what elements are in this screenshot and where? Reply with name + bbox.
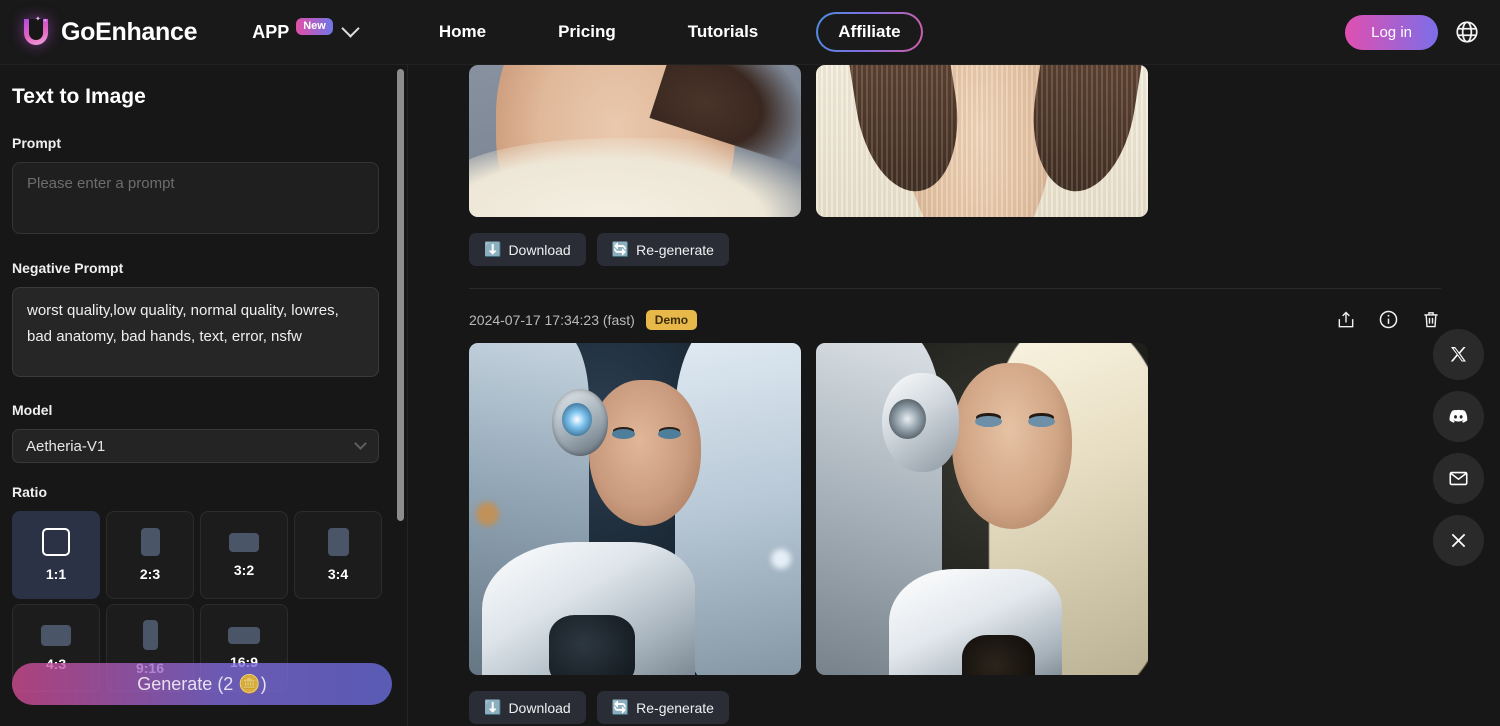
close-rail-button[interactable] — [1433, 515, 1484, 566]
chevron-down-icon — [341, 18, 360, 38]
regenerate-button[interactable]: 🔄 Re-generate — [596, 233, 729, 266]
results-feed: ⬇️ Download 🔄 Re-generate 2024-07-17 17:… — [409, 65, 1500, 726]
nav-item-home[interactable]: Home — [403, 22, 522, 42]
ratio-option-label: 3:2 — [233, 561, 255, 578]
result-timestamp: 2024-07-17 17:34:23 (fast) — [469, 311, 635, 328]
ratio-shape-icon — [140, 528, 160, 556]
close-icon — [1451, 533, 1466, 548]
model-select-value: Aetheria-V1 — [26, 437, 106, 455]
social-rail — [1433, 329, 1484, 566]
result-actions: ⬇️ Download 🔄 Re-generate — [469, 691, 1500, 724]
ratio-option-2-3[interactable]: 2:3 — [106, 511, 194, 599]
top-navigation-bar: ✦ ✦ GoEnhance APP New Home Pricing Tutor… — [0, 0, 1500, 65]
ratio-shape-icon — [42, 528, 70, 556]
ratio-shape-icon — [229, 532, 259, 552]
download-icon: ⬇️ — [484, 699, 502, 715]
delete-icon[interactable] — [1421, 309, 1441, 330]
result-meta: 2024-07-17 17:34:23 (fast) Demo — [469, 309, 1441, 330]
app-new-badge: New — [296, 17, 333, 35]
result-actions: ⬇️ Download 🔄 Re-generate — [469, 233, 1500, 266]
page-title: Text to Image — [12, 85, 146, 108]
affiliate-button-wrap: Affiliate — [816, 12, 923, 52]
status-badge: Demo — [645, 309, 698, 330]
generated-image[interactable] — [816, 65, 1148, 217]
affiliate-label: Affiliate — [818, 14, 921, 50]
negative-prompt-input[interactable] — [12, 287, 379, 377]
generated-image[interactable] — [469, 65, 801, 217]
regenerate-label: Re-generate — [636, 241, 714, 258]
chevron-down-icon — [354, 436, 367, 450]
app-menu-label: APP — [252, 21, 290, 42]
ratio-option-3-2[interactable]: 3:2 — [200, 511, 288, 599]
download-label: Download — [508, 699, 571, 716]
download-button[interactable]: ⬇️ Download — [469, 233, 586, 266]
brand-logo[interactable]: ✦ ✦ GoEnhance — [22, 16, 198, 48]
result-meta-actions — [1336, 309, 1441, 330]
ratio-shape-icon — [41, 624, 71, 646]
email-button[interactable] — [1433, 453, 1484, 504]
discord-icon — [1449, 409, 1468, 423]
ratio-option-label: 3:4 — [327, 566, 349, 582]
image-row — [469, 65, 1500, 217]
nav-item-tutorials[interactable]: Tutorials — [652, 22, 795, 42]
text-to-image-panel: Text to Image Prompt Negative Prompt Mod… — [0, 65, 408, 726]
globe-icon[interactable] — [1454, 19, 1480, 45]
twitter-x-icon — [1450, 346, 1466, 362]
sidebar-scrollbar[interactable] — [397, 69, 404, 521]
result-card-top: ⬇️ Download 🔄 Re-generate 2024-07-17 17:… — [409, 65, 1500, 724]
generated-image[interactable] — [469, 343, 801, 675]
ratio-option-label: 1:1 — [45, 566, 67, 582]
ratio-option-3-4[interactable]: 3:4 — [294, 511, 382, 599]
main-nav: Home Pricing Tutorials — [403, 22, 794, 42]
brand-name: GoEnhance — [61, 17, 198, 46]
ratio-label: Ratio — [12, 484, 47, 500]
ratio-shape-icon — [327, 528, 349, 556]
prompt-input[interactable] — [12, 162, 379, 234]
twitter-x-button[interactable] — [1433, 329, 1484, 380]
model-select[interactable]: Aetheria-V1 — [12, 429, 379, 463]
regenerate-icon: 🔄 — [611, 699, 630, 715]
download-label: Download — [508, 241, 571, 258]
regenerate-button[interactable]: 🔄 Re-generate — [596, 691, 729, 724]
section-divider — [469, 288, 1441, 289]
download-button[interactable]: ⬇️ Download — [469, 691, 586, 724]
ratio-shape-icon — [142, 620, 158, 650]
goenhance-logo-icon: ✦ ✦ — [22, 16, 52, 48]
model-label: Model — [12, 402, 53, 418]
app-menu[interactable]: APP New — [252, 17, 360, 43]
generate-button[interactable]: Generate (2 🪙) — [12, 663, 392, 705]
prompt-label: Prompt — [12, 135, 61, 151]
regenerate-label: Re-generate — [636, 699, 714, 716]
generated-image[interactable] — [816, 343, 1148, 675]
email-icon — [1449, 471, 1468, 486]
image-row — [469, 343, 1500, 675]
negative-prompt-label: Negative Prompt — [12, 260, 124, 276]
ratio-option-1-1[interactable]: 1:1 — [12, 511, 100, 599]
affiliate-button[interactable]: Affiliate — [816, 12, 923, 52]
discord-button[interactable] — [1433, 391, 1484, 442]
login-button[interactable]: Log in — [1345, 14, 1438, 50]
info-icon[interactable] — [1378, 309, 1399, 330]
download-icon: ⬇️ — [484, 241, 502, 257]
regenerate-icon: 🔄 — [611, 241, 630, 257]
header-right-group: Log in — [1345, 14, 1480, 50]
nav-item-pricing[interactable]: Pricing — [522, 22, 652, 42]
share-icon[interactable] — [1336, 310, 1356, 330]
ratio-option-label: 2:3 — [139, 566, 161, 582]
ratio-shape-icon — [228, 626, 260, 644]
